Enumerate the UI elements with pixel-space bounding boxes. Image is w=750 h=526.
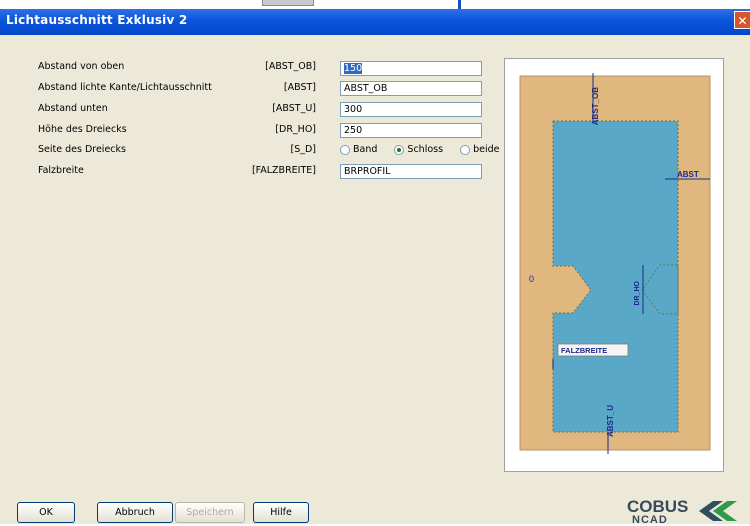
radio-beide-label: beide (473, 144, 500, 155)
abst-u-input[interactable]: 300 (340, 102, 482, 117)
param-label-dr-ho: Höhe des Dreiecks (38, 124, 127, 135)
dim-label-abst-u: ABST_U (606, 405, 615, 437)
param-var-falzbreite: [FALZBREITE] (251, 165, 316, 176)
param-var-abst: [ABST] (283, 82, 316, 93)
param-label-abst-u: Abstand unten (38, 103, 108, 114)
param-label-abst-ob: Abstand von oben (38, 61, 125, 72)
side-radio-group: Band Schloss beide (340, 144, 499, 155)
cobus-chevron-logo-icon (699, 501, 737, 521)
radio-schloss-label: Schloss (407, 144, 444, 155)
ok-button[interactable]: OK (17, 502, 75, 523)
taskbar-separator (458, 0, 461, 9)
title-bar[interactable]: Lichtausschnitt Exklusiv 2 (0, 9, 750, 35)
preview-panel: ABST_OB ABST DR_HO FALZBREITE ABST_U 0 (504, 58, 724, 472)
abst-input[interactable]: ABST_OB (340, 81, 482, 96)
radio-band-label: Band (353, 144, 378, 155)
falzbreite-input[interactable]: BRPROFIL (340, 164, 482, 179)
help-button[interactable]: Hilfe (253, 502, 309, 523)
param-label-abst: Abstand lichte Kante/Lichtausschnitt (38, 82, 212, 93)
save-button[interactable]: Speichern (175, 502, 245, 523)
param-var-s-d: [S_D] (290, 144, 316, 155)
radio-beide[interactable]: beide (460, 144, 499, 155)
origin-label: 0 (529, 274, 534, 284)
param-label-falzbreite: Falzbreite (38, 165, 84, 176)
taskbar-item[interactable] (262, 0, 314, 6)
falzbreite-value: BRPROFIL (344, 166, 391, 177)
abst-ob-input[interactable]: 150 (340, 61, 482, 76)
dr-ho-value: 250 (344, 125, 363, 136)
param-var-abst-u: [ABST_U] (272, 103, 316, 114)
taskbar-strip (0, 0, 750, 9)
dim-label-dr-ho: DR_HO (634, 280, 641, 305)
dim-label-abst-ob: ABST_OB (591, 87, 600, 125)
close-icon: ✕ (737, 14, 748, 28)
logo-sub: NCAD (632, 514, 668, 526)
abst-ob-value: 150 (344, 63, 363, 74)
abst-u-value: 300 (344, 104, 363, 115)
window-title: Lichtausschnitt Exklusiv 2 (6, 13, 188, 27)
dr-ho-input[interactable]: 250 (340, 123, 482, 138)
param-var-abst-ob: [ABST_OB] (265, 61, 316, 72)
preview-drawing: ABST_OB ABST DR_HO FALZBREITE ABST_U 0 (519, 73, 711, 454)
radio-schloss[interactable]: Schloss (394, 144, 443, 155)
radio-band-circle[interactable] (340, 144, 350, 155)
abst-value: ABST_OB (344, 83, 388, 94)
radio-band[interactable]: Band (340, 144, 377, 155)
param-var-dr-ho: [DR_HO] (275, 124, 316, 135)
cancel-button[interactable]: Abbruch (97, 502, 173, 523)
dim-label-abst: ABST (677, 170, 699, 179)
close-button[interactable]: ✕ (734, 11, 750, 29)
radio-beide-circle[interactable] (460, 144, 471, 155)
dim-label-falzbreite: FALZBREITE (561, 346, 607, 355)
param-label-s-d: Seite des Dreiecks (38, 144, 126, 155)
radio-schloss-circle[interactable] (394, 144, 405, 155)
